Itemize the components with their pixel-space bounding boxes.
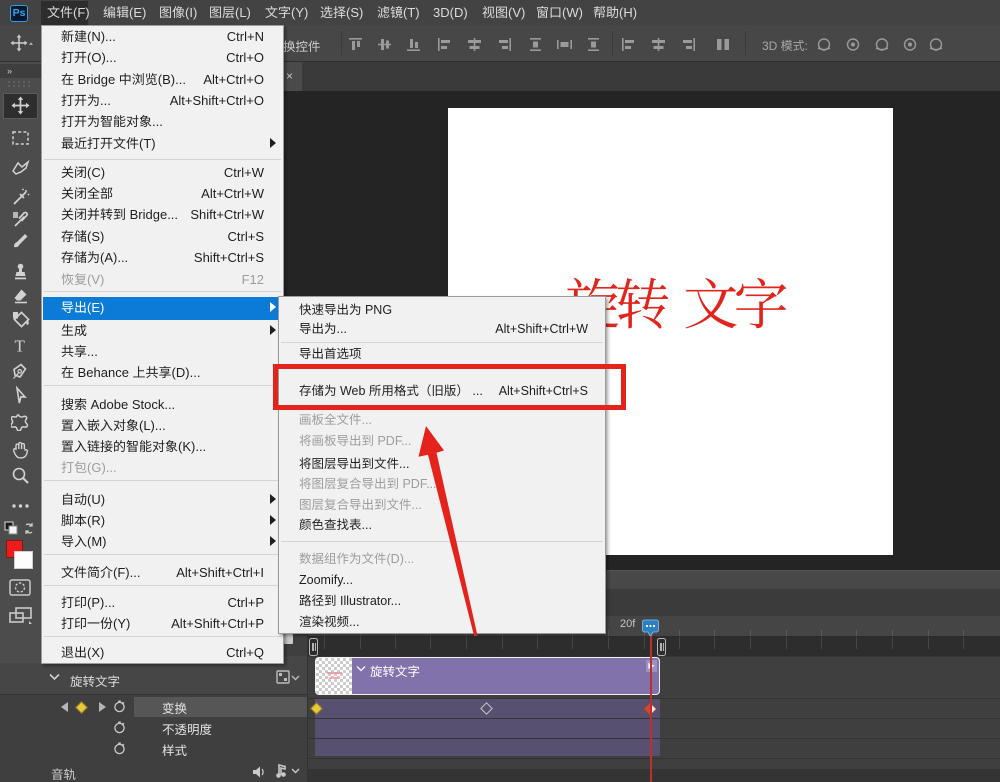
svg-text:T: T — [15, 337, 26, 356]
